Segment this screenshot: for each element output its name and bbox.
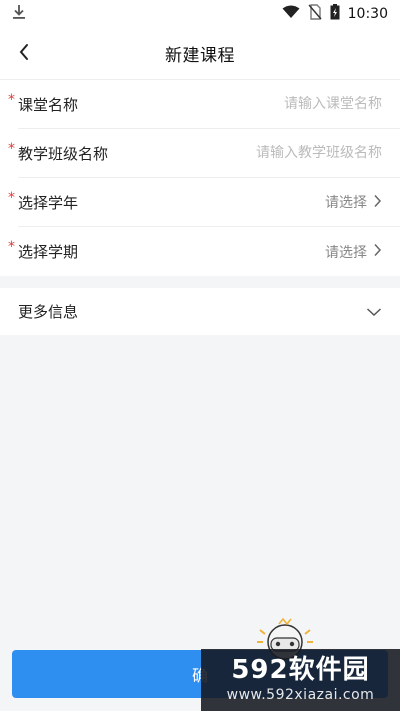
semester-value: 请选择	[325, 244, 367, 261]
class-name-label: * 教学班级名称	[8, 141, 109, 164]
back-button[interactable]	[8, 38, 40, 70]
school-year-row[interactable]: * 选择学年 请选择	[8, 178, 400, 227]
classroom-name-row: * 课堂名称	[8, 80, 400, 129]
battery-charging-icon	[330, 4, 340, 24]
school-year-label: * 选择学年	[8, 190, 79, 213]
required-mark: *	[8, 140, 15, 157]
school-year-label-text: 选择学年	[18, 193, 79, 212]
chevron-left-icon	[18, 43, 30, 65]
course-form: * 课堂名称 * 教学班级名称 * 选择学年 请选择 * 选择学期	[0, 80, 400, 276]
school-year-value: 请选择	[325, 195, 367, 211]
chevron-down-icon	[366, 302, 382, 321]
download-icon	[12, 4, 26, 24]
semester-row[interactable]: * 选择学期 请选择	[8, 227, 400, 276]
required-mark: *	[8, 239, 15, 255]
watermark-logo-text: 软件园	[288, 655, 370, 685]
chevron-right-icon	[373, 242, 382, 261]
wifi-icon	[282, 5, 300, 23]
section-gap	[0, 276, 400, 288]
header: 新建课程	[0, 28, 400, 80]
classroom-name-label: * 课堂名称	[8, 92, 79, 115]
semester-picker[interactable]: 请选择	[325, 242, 382, 262]
classroom-name-label-text: 课堂名称	[18, 95, 79, 114]
status-bar: 10:30	[0, 0, 400, 28]
classroom-name-input[interactable]	[192, 96, 382, 112]
watermark-logo-number: 592	[231, 655, 289, 685]
class-name-row: * 教学班级名称	[8, 129, 400, 178]
required-mark: *	[8, 189, 15, 206]
chevron-right-icon	[373, 193, 382, 212]
more-info-label: 更多信息	[18, 303, 79, 321]
more-info-toggle[interactable]: 更多信息	[0, 288, 400, 335]
watermark-logo: 592软件园	[231, 657, 369, 683]
semester-label-text: 选择学期	[18, 243, 79, 261]
watermark: 592软件园 www.592xiazai.com	[201, 649, 400, 711]
no-sim-icon	[308, 4, 322, 24]
class-name-label-text: 教学班级名称	[18, 144, 109, 163]
status-time: 10:30	[347, 6, 388, 22]
page-title: 新建课程	[165, 46, 235, 66]
watermark-url: www.592xiazai.com	[226, 687, 375, 703]
semester-label: * 选择学期	[8, 239, 79, 262]
school-year-picker[interactable]: 请选择	[325, 192, 382, 212]
required-mark: *	[8, 91, 15, 108]
class-name-input[interactable]	[192, 145, 382, 161]
